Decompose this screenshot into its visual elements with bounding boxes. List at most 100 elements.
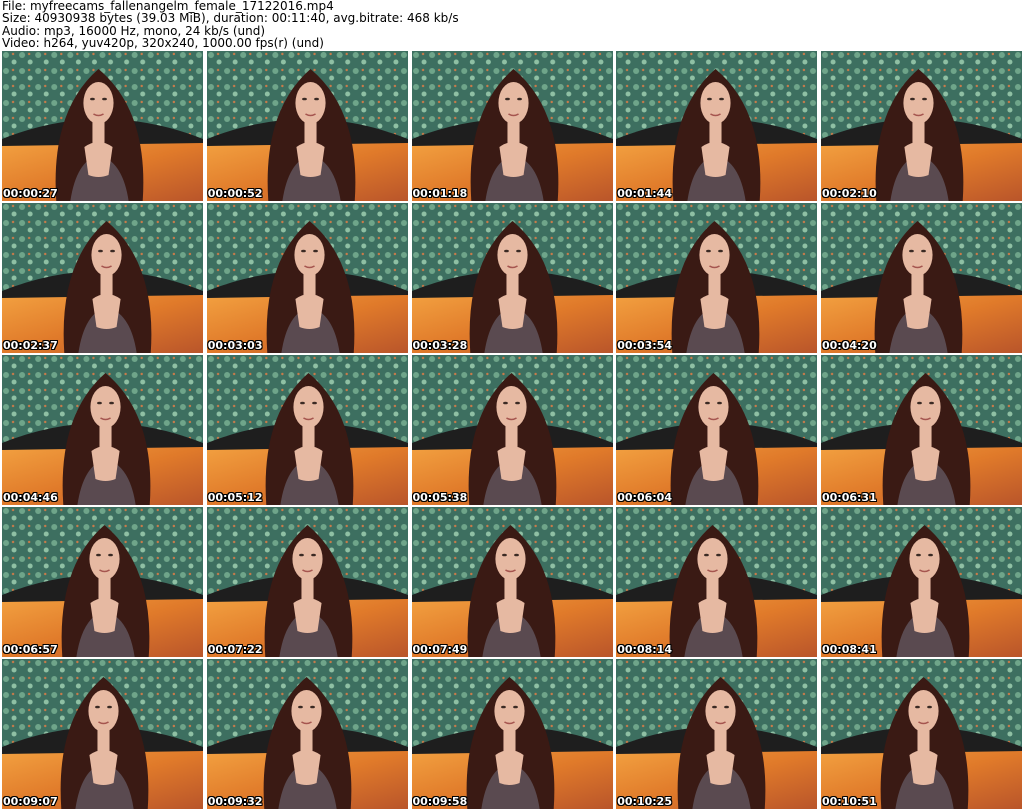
- neck: [98, 577, 111, 599]
- thumbnail: 00:09:07: [2, 659, 203, 809]
- video-frame: [2, 355, 203, 505]
- face: [698, 386, 729, 428]
- chest: [701, 142, 730, 177]
- face: [497, 82, 529, 124]
- chest: [699, 446, 728, 481]
- neck: [304, 121, 317, 143]
- thumbnail: 00:08:41: [821, 507, 1022, 657]
- face: [496, 234, 528, 276]
- thumbnail: 00:05:38: [411, 355, 613, 505]
- thumbnail: 00:07:22: [206, 507, 408, 657]
- face: [903, 82, 934, 124]
- face: [495, 386, 527, 428]
- face: [908, 690, 939, 732]
- chest: [903, 294, 932, 329]
- video-frame: [411, 203, 613, 353]
- face: [902, 234, 933, 276]
- timestamp: 00:03:28: [412, 339, 468, 352]
- video-frame: [821, 659, 1022, 809]
- thumbnail: 00:01:18: [411, 51, 613, 201]
- video-frame: [616, 203, 818, 353]
- chest: [910, 598, 939, 633]
- face: [291, 690, 322, 732]
- chest: [92, 294, 121, 329]
- neck: [917, 729, 930, 751]
- thumbnail: 00:10:25: [616, 659, 818, 809]
- neck: [506, 121, 520, 143]
- neck: [708, 273, 721, 295]
- neck: [502, 729, 516, 751]
- info-header: File: myfreecams_fallenangelm_female_171…: [2, 0, 1022, 50]
- neck: [709, 121, 722, 143]
- thumbnail: 00:03:54: [616, 203, 818, 353]
- face: [91, 234, 122, 276]
- chest: [497, 294, 527, 329]
- video-frame: [2, 203, 203, 353]
- thumbnail: 00:04:20: [821, 203, 1022, 353]
- neck: [300, 729, 313, 751]
- timestamp: 00:00:27: [3, 187, 58, 200]
- face: [295, 82, 326, 124]
- timestamp: 00:10:25: [617, 795, 672, 808]
- face: [90, 386, 121, 428]
- timestamp: 00:03:54: [617, 339, 672, 352]
- neck: [714, 729, 727, 751]
- thumbnail: 00:05:12: [206, 355, 408, 505]
- chest: [909, 750, 938, 785]
- neck: [911, 273, 924, 295]
- face: [705, 690, 736, 732]
- neck: [303, 273, 316, 295]
- chest: [911, 446, 940, 481]
- video-frame: [616, 355, 818, 505]
- size-line: Size: 40930938 bytes (39.03 MiB), durati…: [2, 11, 459, 26]
- video-frame: [2, 507, 203, 657]
- video-frame: [206, 51, 408, 201]
- timestamp: 00:02:37: [3, 339, 58, 352]
- video-frame: [206, 355, 408, 505]
- neck: [707, 425, 720, 447]
- video-frame: [821, 507, 1022, 657]
- neck: [505, 273, 519, 295]
- face: [909, 538, 940, 580]
- timestamp: 00:06:57: [3, 643, 58, 656]
- face: [293, 386, 324, 428]
- thumbnail: 00:02:37: [2, 203, 203, 353]
- video-frame: [821, 355, 1022, 505]
- neck: [504, 425, 518, 447]
- thumbnail: 00:04:46: [2, 355, 203, 505]
- thumbnail: 00:07:49: [411, 507, 613, 657]
- timestamp: 00:03:03: [207, 339, 263, 352]
- neck: [919, 425, 932, 447]
- chest: [295, 294, 324, 329]
- video-frame: [411, 355, 613, 505]
- video-frame: [616, 507, 818, 657]
- face: [83, 82, 114, 124]
- chest: [496, 446, 526, 481]
- neck: [918, 577, 931, 599]
- neck: [503, 577, 517, 599]
- face: [493, 690, 525, 732]
- timestamp: 00:08:14: [617, 643, 672, 656]
- timestamp: 00:01:18: [412, 187, 468, 200]
- neck: [912, 121, 925, 143]
- video-frame: [821, 203, 1022, 353]
- neck: [301, 577, 314, 599]
- timestamp: 00:09:07: [3, 795, 58, 808]
- timestamp: 00:09:32: [207, 795, 263, 808]
- video-frame: [411, 659, 613, 809]
- timestamp: 00:04:46: [3, 491, 58, 504]
- timestamp: 00:06:04: [617, 491, 672, 504]
- video-frame: [616, 659, 818, 809]
- neck: [100, 273, 113, 295]
- video-frame: [2, 51, 203, 201]
- thumbnail: 00:10:51: [821, 659, 1022, 809]
- thumbnail-grid: 00:00:27 00:00:52 00:01:18 00:01:44 00:0…: [2, 51, 1022, 809]
- thumbnail: 00:03:03: [206, 203, 408, 353]
- chest: [292, 750, 321, 785]
- timestamp: 00:07:49: [412, 643, 468, 656]
- video-frame: [206, 507, 408, 657]
- neck: [99, 425, 112, 447]
- neck: [706, 577, 719, 599]
- face: [699, 234, 730, 276]
- thumbnail: 00:03:28: [411, 203, 613, 353]
